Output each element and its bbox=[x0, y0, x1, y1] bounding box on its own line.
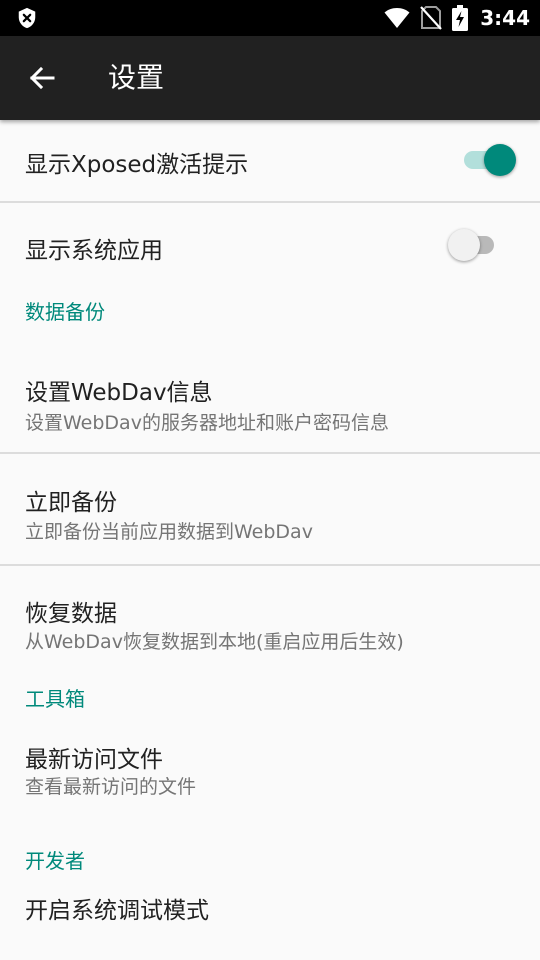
show-system-apps-switch[interactable] bbox=[448, 225, 504, 265]
pref-webdav-info-title: 设置WebDav信息 bbox=[25, 380, 213, 406]
category-developer: 开发者 bbox=[0, 845, 540, 885]
show-xposed-switch[interactable] bbox=[458, 140, 516, 180]
pref-show-xposed-title: 显示Xposed激活提示 bbox=[25, 152, 249, 178]
pref-show-system-apps[interactable]: 显示系统应用 bbox=[0, 203, 540, 288]
status-time: 3:44 bbox=[480, 6, 530, 30]
pref-show-xposed[interactable]: 显示Xposed激活提示 bbox=[0, 120, 540, 201]
pref-backup-now-summary: 立即备份当前应用数据到WebDav bbox=[25, 521, 313, 543]
pref-recent-files[interactable]: 最新访问文件 查看最新访问的文件 bbox=[0, 718, 540, 845]
pref-debug-mode-title: 开启系统调试模式 bbox=[25, 898, 209, 924]
settings-list[interactable]: 显示Xposed激活提示 显示系统应用 数据备份 设置WebDav信息 设置We… bbox=[0, 120, 540, 960]
pref-recent-files-title: 最新访问文件 bbox=[25, 747, 163, 773]
category-backup: 数据备份 bbox=[0, 288, 540, 328]
battery-charging-icon bbox=[452, 5, 469, 31]
status-bar: 3:44 bbox=[0, 0, 540, 36]
pref-webdav-info[interactable]: 设置WebDav信息 设置WebDav的服务器地址和账户密码信息 bbox=[0, 328, 540, 452]
wifi-icon bbox=[384, 8, 410, 28]
pref-backup-now[interactable]: 立即备份 立即备份当前应用数据到WebDav bbox=[0, 454, 540, 564]
pref-show-system-apps-title: 显示系统应用 bbox=[25, 238, 163, 264]
pref-webdav-info-summary: 设置WebDav的服务器地址和账户密码信息 bbox=[25, 412, 389, 434]
category-toolbox-label: 工具箱 bbox=[25, 687, 85, 711]
pref-restore-title: 恢复数据 bbox=[25, 601, 117, 627]
category-toolbox: 工具箱 bbox=[0, 680, 540, 718]
pref-recent-files-summary: 查看最新访问的文件 bbox=[25, 776, 197, 798]
pref-backup-now-title: 立即备份 bbox=[25, 490, 117, 516]
pref-restore-summary: 从WebDav恢复数据到本地(重启应用后生效) bbox=[25, 631, 404, 653]
pref-debug-mode[interactable]: 开启系统调试模式 bbox=[0, 885, 540, 960]
category-backup-label: 数据备份 bbox=[25, 300, 105, 324]
page-title: 设置 bbox=[108, 61, 165, 94]
arrow-back-icon[interactable] bbox=[22, 58, 62, 98]
no-sim-icon bbox=[420, 6, 443, 30]
pref-restore[interactable]: 恢复数据 从WebDav恢复数据到本地(重启应用后生效) bbox=[0, 566, 540, 680]
shield-x-icon bbox=[18, 7, 36, 29]
category-developer-label: 开发者 bbox=[25, 849, 85, 873]
app-bar: 设置 bbox=[0, 36, 540, 120]
